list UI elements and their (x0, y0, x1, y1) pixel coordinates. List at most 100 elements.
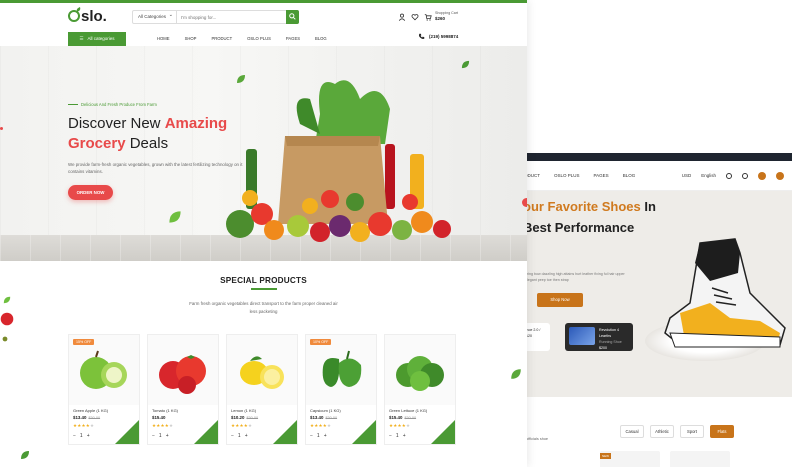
nav-item-blog[interactable]: BLOG (315, 36, 327, 41)
qty-plus[interactable]: + (166, 433, 169, 439)
add-to-cart-button[interactable] (194, 420, 218, 444)
product-image[interactable] (385, 335, 455, 405)
qty-minus[interactable]: − (310, 433, 313, 439)
user-icon[interactable] (398, 13, 406, 21)
qty-minus[interactable]: − (152, 433, 155, 439)
product-name[interactable]: Lemon (1 KG) (231, 408, 256, 413)
product-image[interactable] (227, 335, 297, 405)
nav-item-oslo-plus[interactable]: OSLO PLUS (247, 36, 271, 41)
slider-prev-dot[interactable] (0, 127, 3, 130)
qty-value[interactable]: 1 (80, 433, 83, 439)
nav-menu: HOME SHOP PRODUCT OSLO PLUS PAGES BLOG (157, 36, 327, 41)
product-name[interactable]: Capsicum (1 KG) (310, 408, 341, 413)
search-button[interactable] (286, 9, 299, 24)
product-image[interactable] (306, 335, 376, 405)
qty-value[interactable]: 1 (238, 433, 241, 439)
section-subtitle: Farm fresh organic vegetables direct tra… (189, 300, 338, 314)
add-to-cart-button[interactable] (352, 420, 376, 444)
quantity-stepper: −1 + (152, 433, 169, 439)
shoe-tile[interactable]: NEW (600, 451, 660, 467)
phone-icon (419, 33, 425, 39)
nav-item-shop[interactable]: SHOP (185, 36, 197, 41)
green-apple-image (80, 350, 127, 389)
wishlist-icon[interactable] (411, 13, 419, 21)
qty-plus[interactable]: + (245, 433, 248, 439)
shoe-nav-blog[interactable]: BLOG (623, 173, 636, 178)
qty-value[interactable]: 1 (317, 433, 320, 439)
header-icons: Shopping Cart $260 (398, 11, 458, 22)
category-select[interactable]: All Categories (133, 9, 177, 23)
qty-minus[interactable]: − (389, 433, 392, 439)
shop-now-button[interactable]: Shop Now (537, 293, 583, 307)
leaf-icon (169, 211, 181, 223)
filter-flats[interactable]: Flats (710, 425, 734, 438)
rating-stars: ★★★★★ (73, 423, 95, 428)
slider-next-arrow[interactable] (522, 198, 527, 207)
product-name[interactable]: Green Lettuce (1 KG) (389, 408, 427, 413)
product-price: $15.40 (152, 415, 166, 420)
product-price: $10.20 $30.00 (231, 415, 259, 420)
shoe-nav-pages[interactable]: PAGES (594, 173, 609, 178)
add-to-cart-button[interactable] (115, 420, 139, 444)
nav-item-pages[interactable]: PAGES (286, 36, 300, 41)
mini-product-card-featured[interactable]: Revolution 4 Learths Running Shoe $200 (565, 323, 633, 351)
quantity-stepper: −1 + (389, 433, 406, 439)
nav-item-home[interactable]: HOME (157, 36, 170, 41)
product-grid: 15% OFF Green Apple (1 KG) $13.40 $30.00 … (68, 334, 456, 445)
logo[interactable]: slo. (68, 8, 107, 25)
order-now-button[interactable]: ORDER NOW (68, 185, 113, 200)
grocery-bag-illustration (226, 80, 451, 242)
product-image[interactable] (69, 335, 139, 405)
product-card[interactable]: 15% OFF Green Apple (1 KG) $13.40 $30.00 … (68, 334, 140, 445)
user-icon[interactable] (742, 172, 748, 179)
product-name[interactable]: Green Apple (1 KG) (73, 408, 108, 413)
all-categories-button[interactable]: ☰ All categories (68, 31, 126, 46)
product-card[interactable]: Tomato (1 KG) $15.40 ★★★★★ −1 + (147, 334, 219, 445)
hero-tagline: Delicious And Fresh Produce From Farm (68, 102, 157, 107)
quantity-stepper: −1 + (231, 433, 248, 439)
product-card[interactable]: Lemon (1 KG) $10.20 $30.00 ★★★★★ −1 + (226, 334, 298, 445)
leaf-icon (461, 60, 470, 69)
nav-item-product[interactable]: PRODUCT (211, 36, 232, 41)
filter-casual[interactable]: Casual (620, 425, 644, 438)
product-card[interactable]: 10% OFF Capsicum (1 KG) $13.40 $30.00 ★★★… (305, 334, 377, 445)
wishlist-icon[interactable] (758, 171, 766, 180)
leaf-icon (237, 75, 245, 83)
search-bar: All Categories (132, 9, 299, 24)
product-name[interactable]: Tomato (1 KG) (152, 408, 178, 413)
rating-stars: ★★★★★ (231, 423, 253, 428)
qty-value[interactable]: 1 (396, 433, 399, 439)
cart-summary[interactable]: Shopping Cart $260 (424, 11, 458, 22)
qty-minus[interactable]: − (231, 433, 234, 439)
rating-stars: ★★★★★ (389, 423, 411, 428)
currency-select[interactable]: USD (682, 173, 692, 178)
product-image[interactable] (148, 335, 218, 405)
leaf-icon (2, 336, 8, 342)
rating-stars: ★★★★★ (310, 423, 332, 428)
search-input[interactable] (177, 11, 286, 23)
leaf-icon (21, 451, 29, 459)
product-price: $13.40 $30.00 (73, 415, 101, 420)
add-to-cart-button[interactable] (431, 420, 455, 444)
shoe-tile[interactable] (670, 451, 730, 467)
product-card[interactable]: Green Lettuce (1 KG) $15.40 $30.00 ★★★★★ … (384, 334, 456, 445)
site-header: slo. All Categories Shopping Cart $260 (0, 3, 527, 29)
menu-icon: ☰ (79, 35, 84, 41)
qty-value[interactable]: 1 (159, 433, 162, 439)
phone-contact[interactable]: (219) 5998874 (418, 33, 458, 40)
logo-mark-icon (68, 10, 80, 22)
shoe-product-tiles: NEW (600, 451, 730, 467)
search-icon[interactable] (726, 172, 732, 179)
add-to-cart-button[interactable] (273, 420, 297, 444)
qty-plus[interactable]: + (87, 433, 90, 439)
qty-plus[interactable]: + (403, 433, 406, 439)
cart-icon[interactable] (776, 171, 784, 180)
filter-athletic[interactable]: Athletic (650, 425, 674, 438)
shoe-nav-oslo-plus[interactable]: OSLO PLUS (554, 173, 580, 178)
qty-minus[interactable]: − (73, 433, 76, 439)
qty-plus[interactable]: + (324, 433, 327, 439)
quantity-stepper: −1 + (73, 433, 90, 439)
filter-sport[interactable]: Sport (680, 425, 704, 438)
language-select[interactable]: English (701, 173, 716, 178)
title-underline (250, 288, 277, 290)
